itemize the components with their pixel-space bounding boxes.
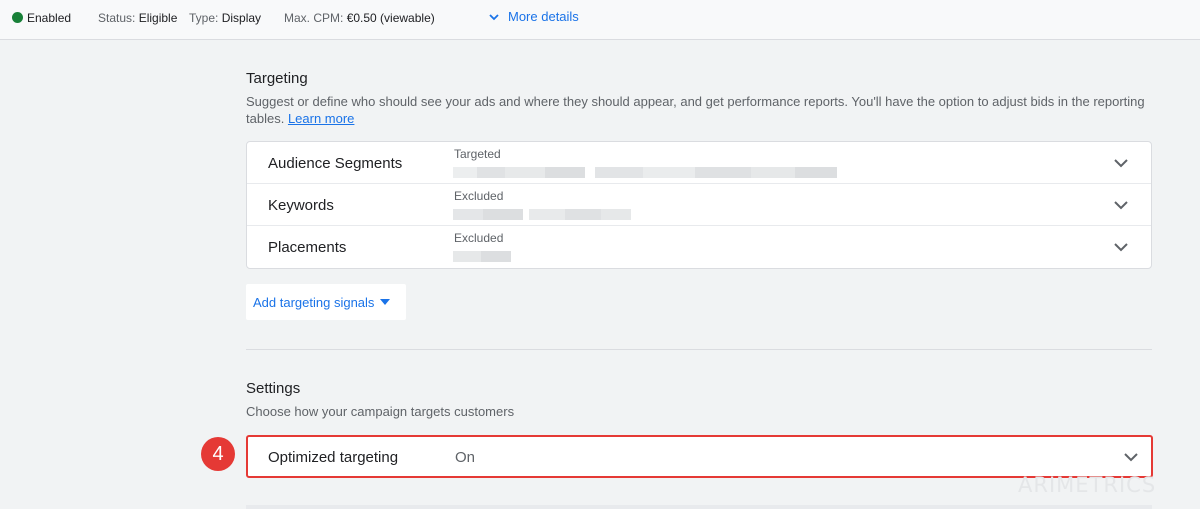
status-info: Status: Eligible (98, 11, 178, 25)
redacted-value (453, 167, 837, 178)
add-targeting-signals-label: Add targeting signals (253, 294, 375, 310)
section-divider (246, 349, 1152, 350)
add-targeting-signals-button[interactable]: Add targeting signals (246, 284, 406, 320)
optimized-targeting-value: On (455, 449, 476, 466)
placements-status: Excluded (454, 231, 504, 245)
redacted-value (453, 209, 631, 220)
audience-segments-status: Targeted (454, 147, 501, 161)
enabled-label: Enabled (27, 11, 72, 25)
more-details-button[interactable]: More details (488, 9, 579, 24)
targeting-row-audience-segments[interactable]: Audience Segments Targeted (247, 142, 1151, 184)
more-details-label: More details (508, 9, 579, 24)
step-number-badge: 4 (201, 437, 235, 471)
targeting-description: Suggest or define who should see your ad… (246, 94, 1145, 126)
type-info: Type: Display (189, 11, 262, 25)
targeting-title: Targeting (246, 70, 308, 87)
keywords-label: Keywords (268, 197, 334, 214)
optimized-targeting-row[interactable]: Optimized targeting On (246, 435, 1153, 478)
campaign-status-bar: Enabled Status: Eligible Type: Display M… (0, 0, 1200, 40)
targeting-row-keywords[interactable]: Keywords Excluded (247, 184, 1151, 226)
enabled-status-icon (12, 12, 23, 23)
chevron-down-icon (1124, 453, 1138, 462)
settings-description: Choose how your campaign targets custome… (246, 404, 515, 419)
chevron-down-icon (1114, 201, 1128, 210)
chevron-down-icon (489, 13, 499, 20)
audience-segments-label: Audience Segments (268, 155, 403, 172)
keywords-status: Excluded (454, 189, 504, 203)
dropdown-arrow-icon (380, 299, 391, 305)
watermark-logo: ARIMETRICS (1018, 473, 1157, 497)
cpm-info: Max. CPM: €0.50 (viewable) (284, 11, 435, 25)
learn-more-link[interactable]: Learn more (288, 111, 354, 126)
next-card-edge (246, 505, 1152, 509)
settings-title: Settings (246, 380, 301, 397)
targeting-card: Audience Segments Targeted Keywords Excl… (246, 141, 1152, 269)
placements-label: Placements (268, 239, 347, 256)
targeting-row-placements[interactable]: Placements Excluded (247, 226, 1151, 268)
chevron-down-icon (1114, 159, 1128, 168)
redacted-value (453, 251, 511, 262)
chevron-down-icon (1114, 243, 1128, 252)
optimized-targeting-label: Optimized targeting (268, 449, 399, 466)
